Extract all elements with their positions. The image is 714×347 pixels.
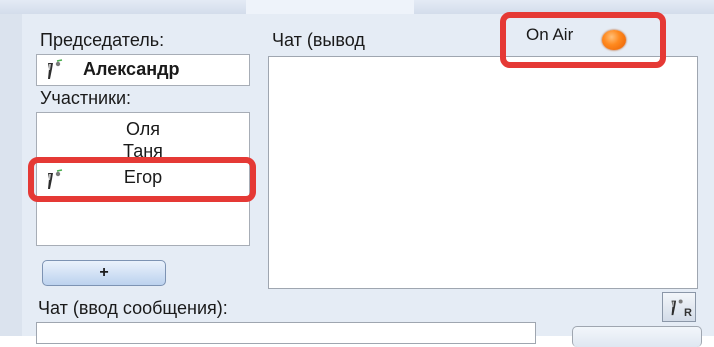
send-button[interactable] xyxy=(572,326,702,347)
chat-output-label: Чат (вывод xyxy=(272,30,365,50)
chat-input-label: Чат (ввод сообщения): xyxy=(38,298,228,318)
chat-input-field[interactable] xyxy=(36,322,536,344)
chair-label: Председатель: xyxy=(40,30,165,50)
chat-output-area[interactable] xyxy=(268,56,698,289)
active-tab[interactable] xyxy=(246,0,414,14)
participants-label: Участники: xyxy=(40,88,131,108)
participant-name: Оля xyxy=(125,119,161,139)
on-air-highlight xyxy=(500,12,666,68)
participant-highlight xyxy=(28,157,256,202)
chair-field: Александр xyxy=(36,54,250,86)
microphone-icon xyxy=(48,59,63,79)
chair-name: Александр xyxy=(83,59,180,79)
participant-item[interactable]: Оля xyxy=(37,119,249,140)
add-participant-button[interactable]: + xyxy=(42,260,166,286)
panel-edge xyxy=(0,14,22,336)
r-letter: R xyxy=(684,307,692,319)
mic-r-button[interactable]: R xyxy=(662,292,696,322)
